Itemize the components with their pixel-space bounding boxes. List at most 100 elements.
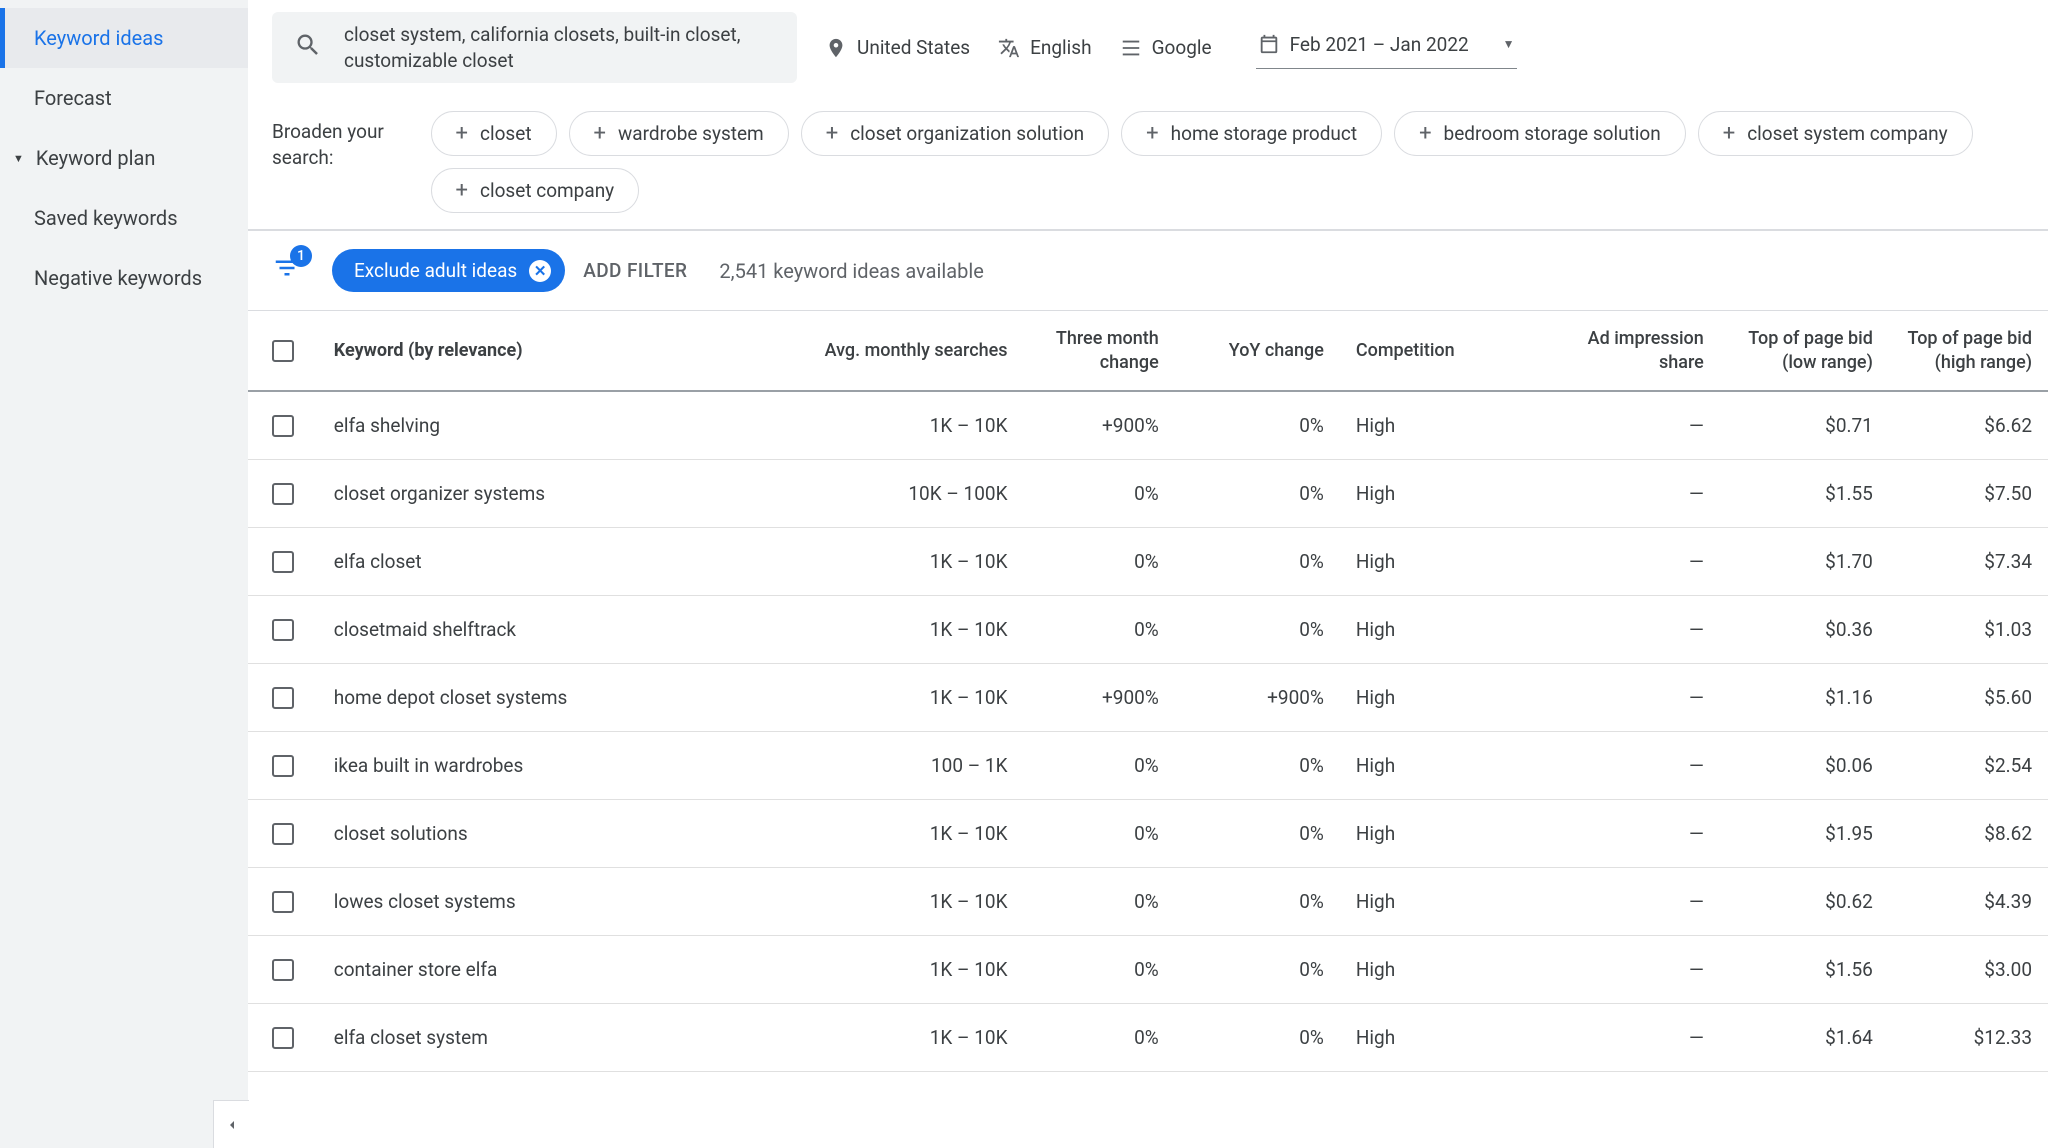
table-row[interactable]: elfa shelving1K – 10K+900%0%High—$0.71$6… [248, 392, 2048, 460]
chip-label: closet company [480, 179, 614, 202]
cell-bid-low: $1.16 [1720, 664, 1889, 731]
sidebar-item-forecast[interactable]: Forecast [0, 68, 248, 128]
cell-competition: High [1340, 664, 1529, 731]
broaden-chip[interactable]: +closet company [431, 168, 640, 213]
add-filter-button[interactable]: ADD FILTER [583, 259, 687, 282]
search-query-text: closet system, california closets, built… [344, 22, 775, 73]
date-range-selector[interactable]: Feb 2021 – Jan 2022 ▼ [1256, 27, 1517, 69]
table-row[interactable]: elfa closet1K – 10K0%0%High—$1.70$7.34 [248, 528, 2048, 596]
filter-pill-label: Exclude adult ideas [354, 259, 517, 282]
cell-bid-low: $1.70 [1720, 528, 1889, 595]
search-input[interactable]: closet system, california closets, built… [272, 12, 797, 83]
cell-bid-low: $0.06 [1720, 732, 1889, 799]
row-checkbox-cell [248, 801, 318, 867]
cell-searches: 1K – 10K [769, 392, 1024, 459]
cell-competition: High [1340, 868, 1529, 935]
table-row[interactable]: ikea built in wardrobes100 – 1K0%0%High—… [248, 732, 2048, 800]
cell-bid-high: $7.50 [1889, 460, 2048, 527]
language-value: English [1030, 36, 1091, 59]
plus-icon: + [456, 123, 468, 145]
row-checkbox[interactable] [272, 959, 294, 981]
cell-keyword: elfa shelving [318, 392, 769, 459]
chevron-down-icon: ▼ [1503, 37, 1515, 51]
table-row[interactable]: elfa closet system1K – 10K0%0%High—$1.64… [248, 1004, 2048, 1072]
chip-label: bedroom storage solution [1444, 122, 1661, 145]
row-checkbox[interactable] [272, 687, 294, 709]
cell-keyword: elfa closet system [318, 1004, 769, 1071]
sidebar-item-negative-keywords[interactable]: Negative keywords [0, 248, 248, 308]
broaden-chip[interactable]: +home storage product [1121, 111, 1382, 156]
remove-filter-icon[interactable]: ✕ [529, 260, 551, 282]
header-bid-low[interactable]: Top of page bid (low range) [1720, 311, 1889, 390]
cell-keyword: elfa closet [318, 528, 769, 595]
sidebar-item-keyword-ideas[interactable]: Keyword ideas [0, 8, 248, 68]
table-row[interactable]: closet organizer systems10K – 100K0%0%Hi… [248, 460, 2048, 528]
cell-searches: 1K – 10K [769, 664, 1024, 731]
cell-yoy: 0% [1175, 936, 1340, 1003]
cell-bid-high: $7.34 [1889, 528, 2048, 595]
cell-three-month: 0% [1024, 732, 1175, 799]
row-checkbox[interactable] [272, 415, 294, 437]
cell-three-month: 0% [1024, 460, 1175, 527]
location-selector[interactable]: United States [825, 36, 970, 59]
broaden-chip[interactable]: +closet organization solution [801, 111, 1109, 156]
row-checkbox[interactable] [272, 755, 294, 777]
row-checkbox-cell [248, 1005, 318, 1071]
header-three-month[interactable]: Three month change [1024, 311, 1175, 390]
table-row[interactable]: closet solutions1K – 10K0%0%High—$1.95$8… [248, 800, 2048, 868]
header-bid-high[interactable]: Top of page bid (high range) [1889, 311, 2048, 390]
cell-three-month: 0% [1024, 596, 1175, 663]
header-searches[interactable]: Avg. monthly searches [769, 323, 1024, 378]
table-row[interactable]: container store elfa1K – 10K0%0%High—$1.… [248, 936, 2048, 1004]
cell-three-month: 0% [1024, 1004, 1175, 1071]
cell-searches: 1K – 10K [769, 596, 1024, 663]
app-root: Keyword ideas Forecast ▼Keyword plan Sav… [0, 0, 2048, 1148]
active-filter-pill[interactable]: Exclude adult ideas ✕ [332, 249, 565, 292]
broaden-label: Broaden your search: [272, 111, 399, 170]
table-body: elfa shelving1K – 10K+900%0%High—$0.71$6… [248, 392, 2048, 1072]
cell-yoy: 0% [1175, 392, 1340, 459]
select-all-checkbox[interactable] [272, 340, 294, 362]
cell-bid-high: $2.54 [1889, 732, 2048, 799]
network-value: Google [1152, 36, 1212, 59]
header-keyword[interactable]: Keyword (by relevance) [318, 323, 769, 378]
table-row[interactable]: lowes closet systems1K – 10K0%0%High—$0.… [248, 868, 2048, 936]
header-impression-share[interactable]: Ad impression share [1529, 311, 1720, 390]
header-competition[interactable]: Competition [1340, 323, 1529, 378]
filter-icon-button[interactable]: 1 [272, 253, 302, 288]
location-icon [825, 37, 847, 59]
row-checkbox[interactable] [272, 891, 294, 913]
table-row[interactable]: home depot closet systems1K – 10K+900%+9… [248, 664, 2048, 732]
row-checkbox[interactable] [272, 483, 294, 505]
main-panel: closet system, california closets, built… [248, 0, 2048, 1148]
sidebar: Keyword ideas Forecast ▼Keyword plan Sav… [0, 0, 248, 1148]
sidebar-item-saved-keywords[interactable]: Saved keywords [0, 188, 248, 248]
plus-icon: + [1146, 123, 1158, 145]
cell-impression-share: — [1529, 936, 1720, 1003]
broaden-chip[interactable]: +closet [431, 111, 557, 156]
row-checkbox[interactable] [272, 823, 294, 845]
sidebar-item-label: Negative keywords [34, 266, 202, 290]
language-selector[interactable]: English [998, 36, 1091, 59]
broaden-chip[interactable]: +bedroom storage solution [1394, 111, 1686, 156]
broaden-chip[interactable]: +wardrobe system [569, 111, 789, 156]
table-row[interactable]: closetmaid shelftrack1K – 10K0%0%High—$0… [248, 596, 2048, 664]
chip-label: closet organization solution [850, 122, 1084, 145]
collapse-sidebar-button[interactable] [213, 1100, 249, 1148]
cell-bid-low: $0.71 [1720, 392, 1889, 459]
row-checkbox[interactable] [272, 619, 294, 641]
ideas-count-text: 2,541 keyword ideas available [719, 259, 983, 283]
cell-keyword: closet solutions [318, 800, 769, 867]
filter-badge: 1 [290, 245, 312, 267]
broaden-chip[interactable]: +closet system company [1698, 111, 1973, 156]
header-yoy[interactable]: YoY change [1175, 323, 1340, 378]
row-checkbox[interactable] [272, 1027, 294, 1049]
cell-three-month: 0% [1024, 868, 1175, 935]
cell-bid-low: $1.56 [1720, 936, 1889, 1003]
row-checkbox[interactable] [272, 551, 294, 573]
table-header-row: Keyword (by relevance) Avg. monthly sear… [248, 311, 2048, 392]
sidebar-item-keyword-plan[interactable]: ▼Keyword plan [0, 128, 248, 188]
cell-impression-share: — [1529, 732, 1720, 799]
cell-bid-high: $4.39 [1889, 868, 2048, 935]
network-selector[interactable]: Google [1120, 36, 1212, 59]
